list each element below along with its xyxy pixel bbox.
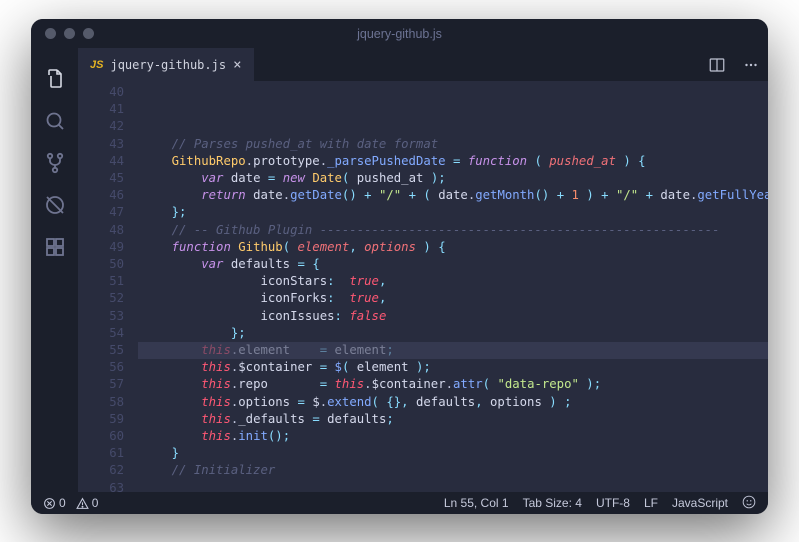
language-mode[interactable]: JavaScript [672,496,728,510]
encoding[interactable]: UTF-8 [596,496,630,510]
tab-jquery-github[interactable]: JS jquery-github.js × [78,48,255,81]
explorer-icon[interactable] [31,58,78,100]
source-control-icon[interactable] [31,142,78,184]
editor-group: JS jquery-github.js × 40 41 42 43 44 45 … [78,48,768,492]
minimize-window-icon[interactable] [64,28,75,39]
traffic-lights [45,28,94,39]
errors-indicator[interactable]: 0 [43,496,66,510]
warning-count: 0 [92,496,99,510]
gutter: 40 41 42 43 44 45 46 47 48 49 50 51 52 5… [78,81,138,492]
tab-bar: JS jquery-github.js × [78,48,768,81]
tab-label: jquery-github.js [110,58,226,72]
titlebar[interactable]: jquery-github.js [31,19,768,48]
workbench: JS jquery-github.js × 40 41 42 43 44 45 … [31,48,768,492]
activity-bar [31,48,78,492]
close-window-icon[interactable] [45,28,56,39]
maximize-window-icon[interactable] [83,28,94,39]
tab-spacer [255,48,701,81]
tab-size[interactable]: Tab Size: 4 [523,496,582,510]
close-tab-icon[interactable]: × [233,58,241,72]
more-actions-icon[interactable] [734,48,768,81]
warnings-indicator[interactable]: 0 [76,496,99,510]
error-count: 0 [59,496,66,510]
extensions-icon[interactable] [31,226,78,268]
cursor-position[interactable]: Ln 55, Col 1 [444,496,509,510]
code-editor[interactable]: 40 41 42 43 44 45 46 47 48 49 50 51 52 5… [78,81,768,492]
editor-window: jquery-github.js JS jquery [31,19,768,514]
split-editor-icon[interactable] [700,48,734,81]
eol[interactable]: LF [644,496,658,510]
code-content[interactable]: // Parses pushed_at with date format Git… [138,81,768,492]
js-file-icon: JS [90,59,103,71]
debug-icon[interactable] [31,184,78,226]
window-title: jquery-github.js [31,27,768,41]
search-icon[interactable] [31,100,78,142]
status-bar: 0 0 Ln 55, Col 1 Tab Size: 4 UTF-8 LF Ja… [31,492,768,514]
feedback-icon[interactable] [742,495,756,512]
